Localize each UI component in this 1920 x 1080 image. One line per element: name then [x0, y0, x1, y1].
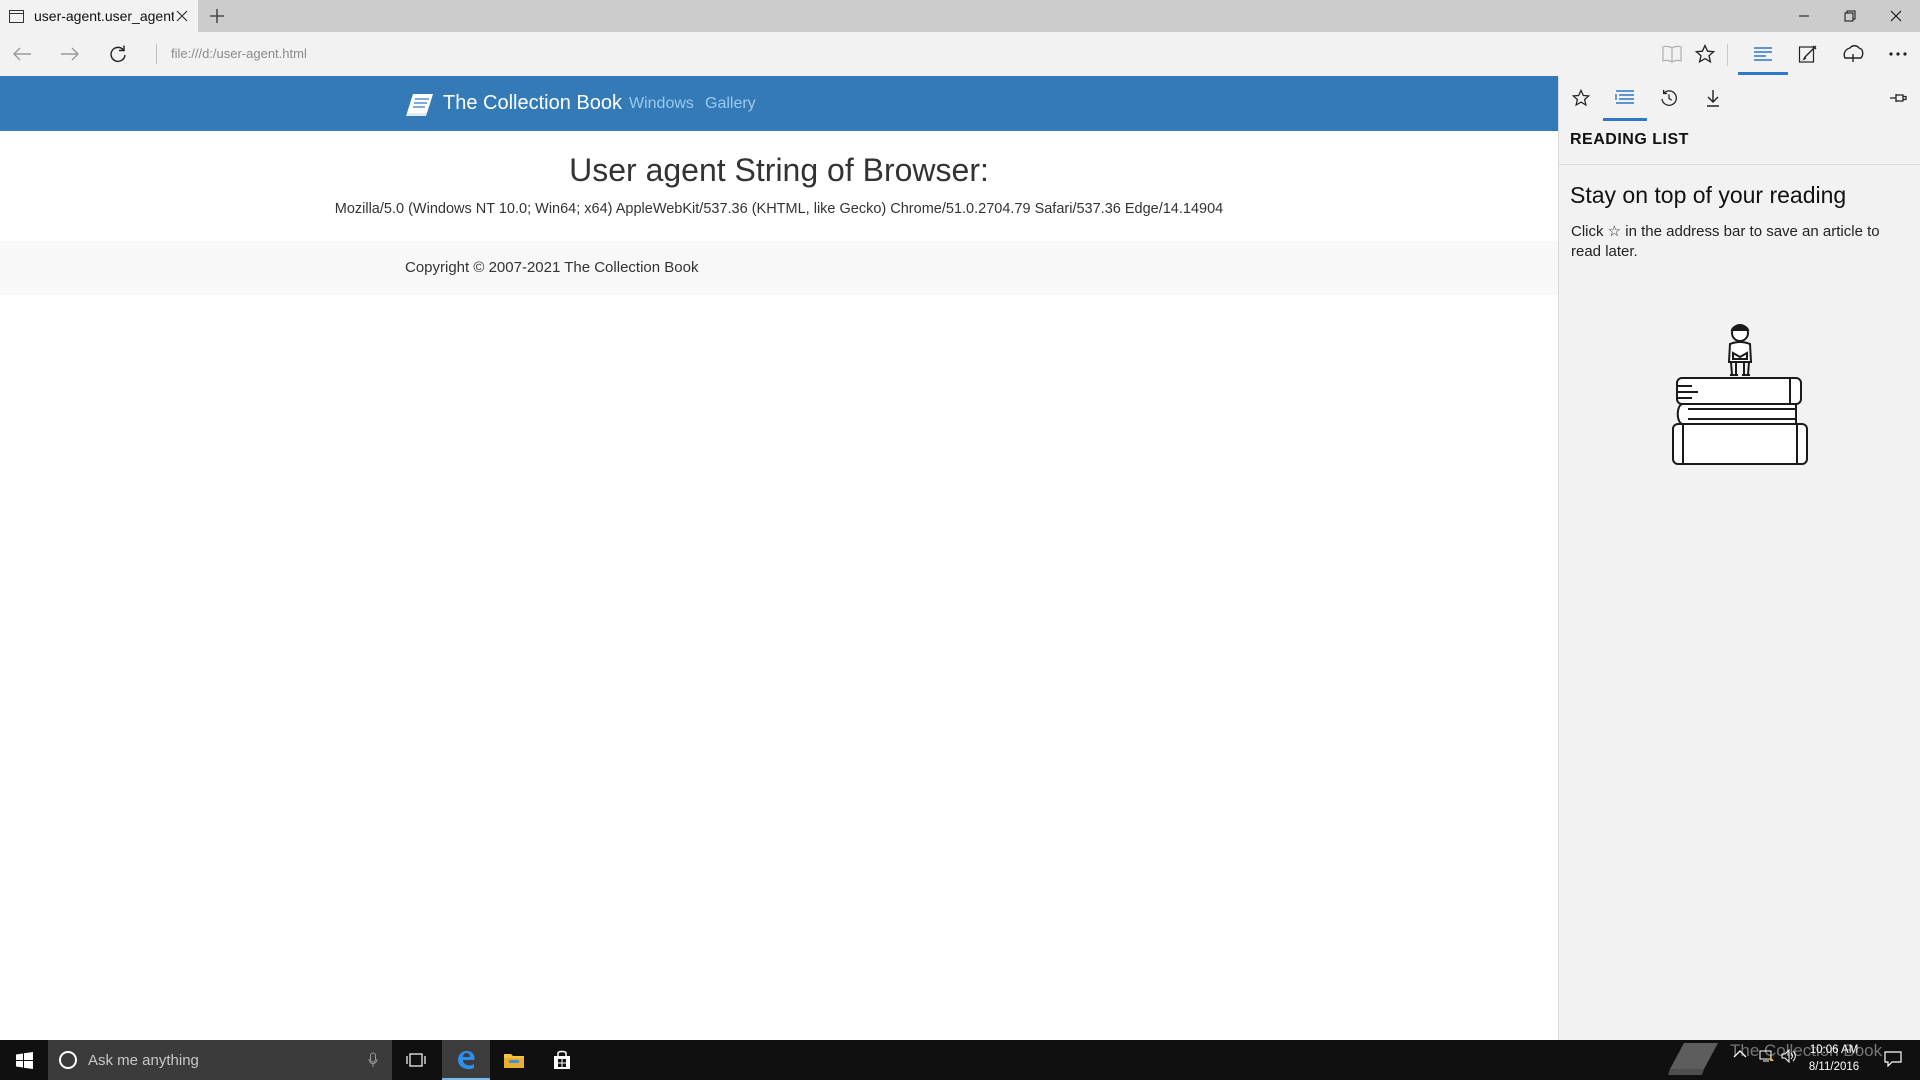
browser-tab[interactable]: user-agent.user_agent -: [0, 0, 198, 32]
windows-start-icon[interactable]: [0, 1040, 48, 1080]
minimize-icon[interactable]: [1781, 0, 1827, 32]
hub-title: READING LIST: [1570, 131, 1689, 148]
copyright-text: Copyright © 2007-2021 The Collection Boo…: [405, 259, 699, 276]
hub-tab-favorites[interactable]: [1559, 76, 1603, 120]
clock-date: 8/11/2016: [1808, 1061, 1860, 1073]
reading-list-icon: [1615, 89, 1635, 107]
book-logo-icon: [405, 91, 435, 117]
refresh-icon[interactable]: [96, 32, 140, 76]
site-footer: [0, 241, 1558, 295]
task-view-icon[interactable]: [392, 1040, 440, 1080]
page-icon: [9, 9, 24, 23]
download-icon: [1705, 89, 1721, 107]
hub-active-indicator: [1738, 72, 1788, 75]
star-icon[interactable]: [1683, 32, 1727, 76]
hub-tab-history[interactable]: [1647, 76, 1691, 120]
pin-icon[interactable]: [1876, 76, 1920, 120]
clock-time: 10:06 AM: [1809, 1044, 1859, 1056]
close-window-icon[interactable]: [1873, 0, 1919, 32]
address-divider: [156, 44, 157, 64]
store-icon[interactable]: [538, 1040, 586, 1080]
site-navbar: [0, 76, 1558, 131]
toolbar-divider: [1727, 44, 1728, 66]
hub-tab-downloads[interactable]: [1691, 76, 1735, 120]
close-icon[interactable]: [174, 8, 190, 24]
star-icon: [1572, 89, 1590, 107]
hub-tab-reading-list[interactable]: [1603, 76, 1647, 120]
share-icon[interactable]: [1831, 32, 1875, 76]
watermark-book-icon: [1666, 1037, 1722, 1077]
back-arrow-icon[interactable]: [0, 32, 44, 76]
address-field[interactable]: file:///d:/user-agent.html: [171, 32, 307, 76]
title-bar: [0, 0, 1920, 32]
nav-link-windows[interactable]: Windows: [629, 76, 694, 131]
web-note-icon[interactable]: [1786, 32, 1830, 76]
network-icon[interactable]: [1759, 1049, 1775, 1063]
hub-tab-active-indicator: [1603, 118, 1647, 121]
site-brand[interactable]: The Collection Book: [405, 76, 622, 131]
restore-icon[interactable]: [1827, 0, 1873, 32]
nav-link-gallery[interactable]: Gallery: [705, 76, 756, 131]
more-icon[interactable]: [1876, 32, 1920, 76]
hub-pane: [1558, 76, 1920, 1040]
cortana-icon: [58, 1050, 78, 1070]
hub-description: Click ☆ in the address bar to save an ar…: [1571, 223, 1880, 260]
microphone-icon[interactable]: [368, 1052, 378, 1068]
page-heading: User agent String of Browser:: [569, 152, 989, 188]
taskbar-clock[interactable]: 10:06 AM 8/11/2016: [1792, 1042, 1876, 1076]
hub-icon[interactable]: [1741, 32, 1785, 76]
tab-title: user-agent.user_agent -: [34, 8, 174, 24]
user-agent-string: Mozilla/5.0 (Windows NT 10.0; Win64; x64…: [334, 201, 1224, 217]
books-illustration: [1668, 322, 1812, 472]
search-placeholder: Ask me anything: [88, 1051, 199, 1069]
hub-heading: Stay on top of your reading: [1570, 182, 1847, 208]
brand-text: The Collection Book: [443, 92, 622, 114]
forward-arrow-icon[interactable]: [48, 32, 92, 76]
edge-browser-icon[interactable]: [442, 1040, 490, 1080]
history-icon: [1660, 89, 1678, 107]
plus-icon[interactable]: [207, 6, 227, 26]
file-explorer-icon[interactable]: [490, 1040, 538, 1080]
taskbar-search[interactable]: Ask me anything: [48, 1040, 392, 1080]
hub-divider: [1559, 164, 1920, 165]
show-hidden-icons-icon[interactable]: [1733, 1049, 1747, 1059]
action-center-icon[interactable]: [1884, 1051, 1902, 1067]
